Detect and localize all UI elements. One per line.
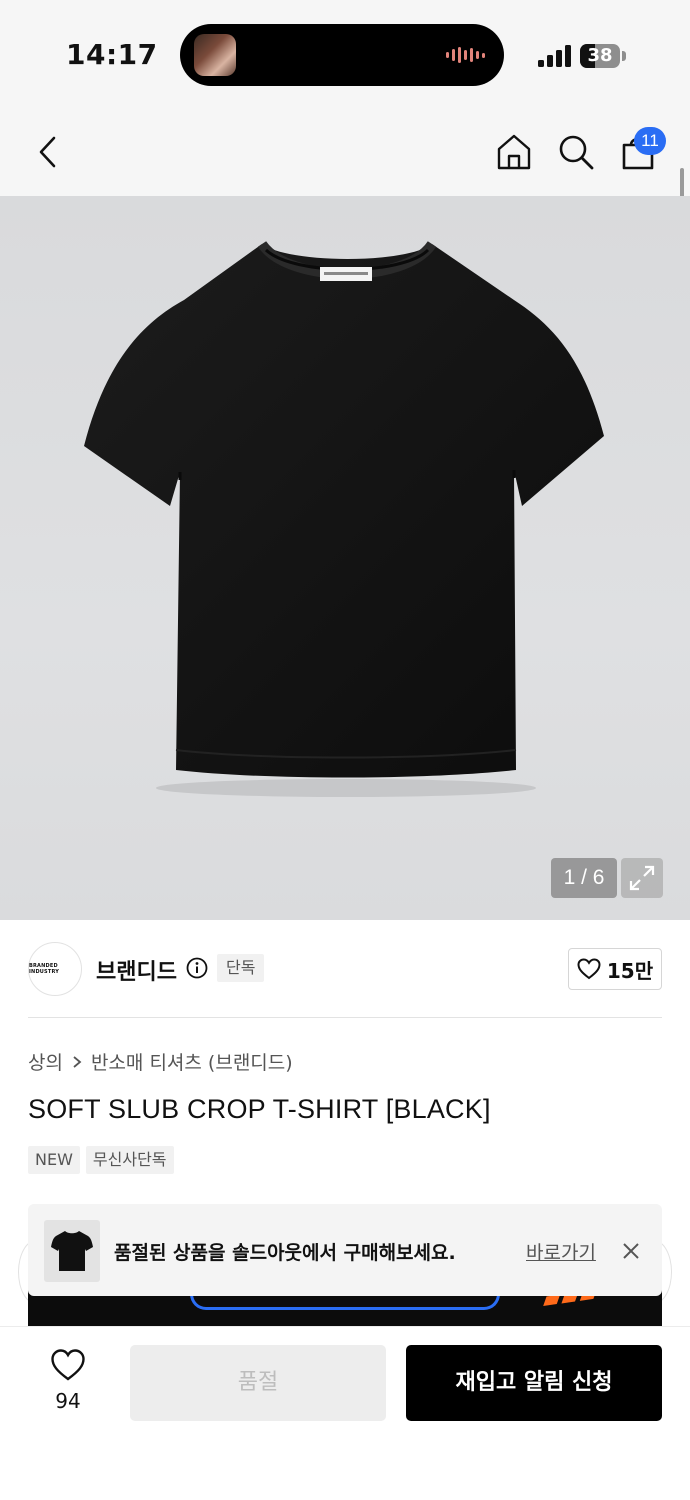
battery-percentage: 38 [587, 45, 613, 66]
tag-exclusive: 무신사단독 [85, 1146, 174, 1174]
audio-waveform-icon [446, 46, 486, 64]
back-button[interactable] [26, 130, 70, 174]
breadcrumb-subcategory[interactable]: 반소매 티셔츠 (브랜디드) [91, 1048, 293, 1075]
product-tshirt-image [84, 240, 604, 797]
brand-logo[interactable]: BRANDED INDUSTRY [28, 942, 82, 996]
exclusive-badge: 단독 [217, 954, 265, 982]
close-icon[interactable] [620, 1240, 642, 1262]
brand-name-link[interactable]: 브랜디드 [96, 954, 177, 986]
expand-image-button[interactable] [621, 858, 663, 898]
cart-count-badge: 11 [634, 127, 666, 155]
status-bar: 14:17 38 [0, 0, 690, 110]
chevron-right-icon [73, 1055, 82, 1068]
brand-like-count: 15만 [606, 958, 654, 983]
chevron-left-icon [39, 136, 56, 168]
battery-cap [622, 51, 626, 61]
toast-product-thumbnail [44, 1220, 100, 1282]
product-image-gallery[interactable] [0, 196, 690, 920]
tshirt-thumbnail-icon [51, 1231, 93, 1271]
wishlist-heart-icon[interactable] [50, 1348, 86, 1382]
soldout-toast: 품절된 상품을 솔드아웃에서 구매해보세요. 바로가기 [28, 1204, 662, 1296]
breadcrumb-category[interactable]: 상의 [28, 1048, 63, 1075]
heart-icon [577, 958, 601, 980]
brand-like-button[interactable]: 15만 [568, 948, 662, 990]
product-detail-page: 14:17 38 11 1 / 6 BRANDED INDUSTRY 브랜디드 … [0, 0, 690, 1500]
home-button[interactable] [492, 130, 536, 174]
now-playing-artwork [194, 34, 236, 76]
brand-logo-text: BRANDED INDUSTRY [29, 963, 60, 975]
soldout-button[interactable]: 품절 [130, 1345, 386, 1421]
section-divider [28, 1017, 662, 1018]
tag-new: NEW [28, 1146, 80, 1174]
info-icon[interactable] [186, 957, 208, 979]
search-icon [559, 135, 594, 170]
image-counter: 1 / 6 [551, 858, 617, 898]
home-icon [497, 134, 531, 170]
dynamic-island[interactable] [180, 24, 504, 86]
toast-message: 품절된 상품을 솔드아웃에서 구매해보세요. [114, 1242, 456, 1264]
status-time: 14:17 [66, 38, 158, 71]
search-button[interactable] [554, 130, 598, 174]
product-title: SOFT SLUB CROP T-SHIRT [BLACK] [28, 1094, 491, 1124]
wishlist-count: 94 [55, 1389, 81, 1413]
expand-icon [629, 865, 655, 891]
battery-icon: 38 [580, 44, 620, 68]
top-navigation-bar [0, 110, 690, 196]
restock-alert-button[interactable]: 재입고 알림 신청 [406, 1345, 662, 1421]
product-tags: NEW 무신사단독 [28, 1146, 174, 1174]
toast-go-link[interactable]: 바로가기 [526, 1238, 596, 1265]
breadcrumb: 상의 반소매 티셔츠 (브랜디드) [28, 1048, 293, 1075]
cellular-signal-icon [538, 45, 571, 67]
